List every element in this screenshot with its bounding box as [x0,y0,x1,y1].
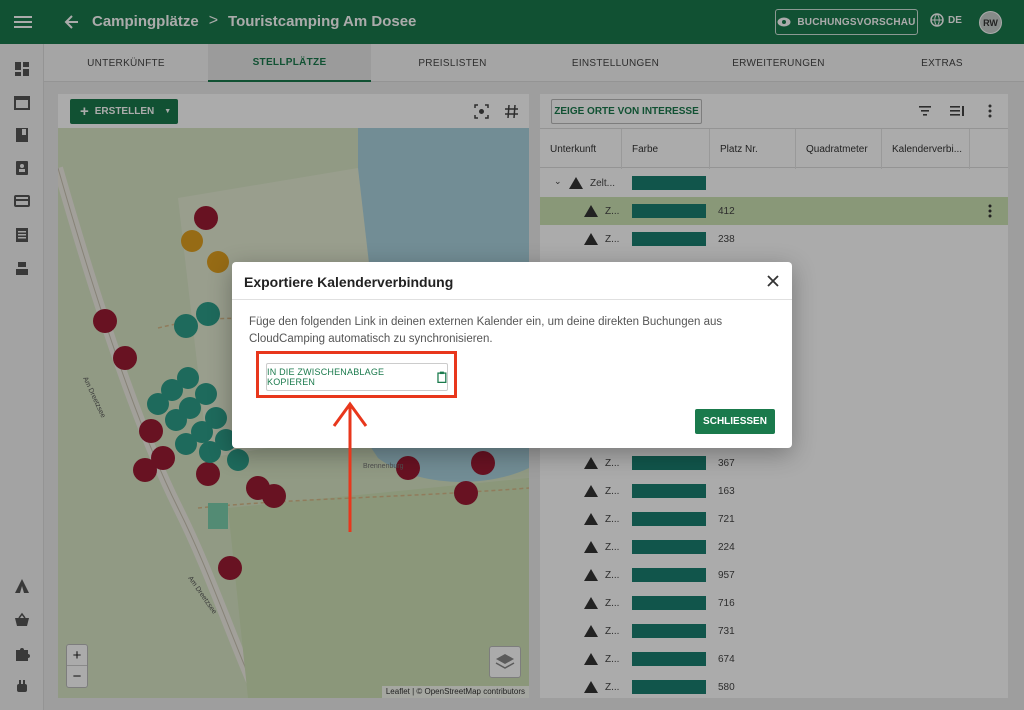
close-icon[interactable] [766,274,780,288]
dialog-title: Exportiere Kalenderverbindung [244,274,454,290]
dialog-divider [232,299,792,300]
close-button[interactable]: SCHLIESSEN [695,409,775,434]
dialog-description: Füge den folgenden Link in deinen extern… [249,316,723,345]
annotation-arrow-icon [332,401,368,532]
highlight-box [256,351,457,398]
